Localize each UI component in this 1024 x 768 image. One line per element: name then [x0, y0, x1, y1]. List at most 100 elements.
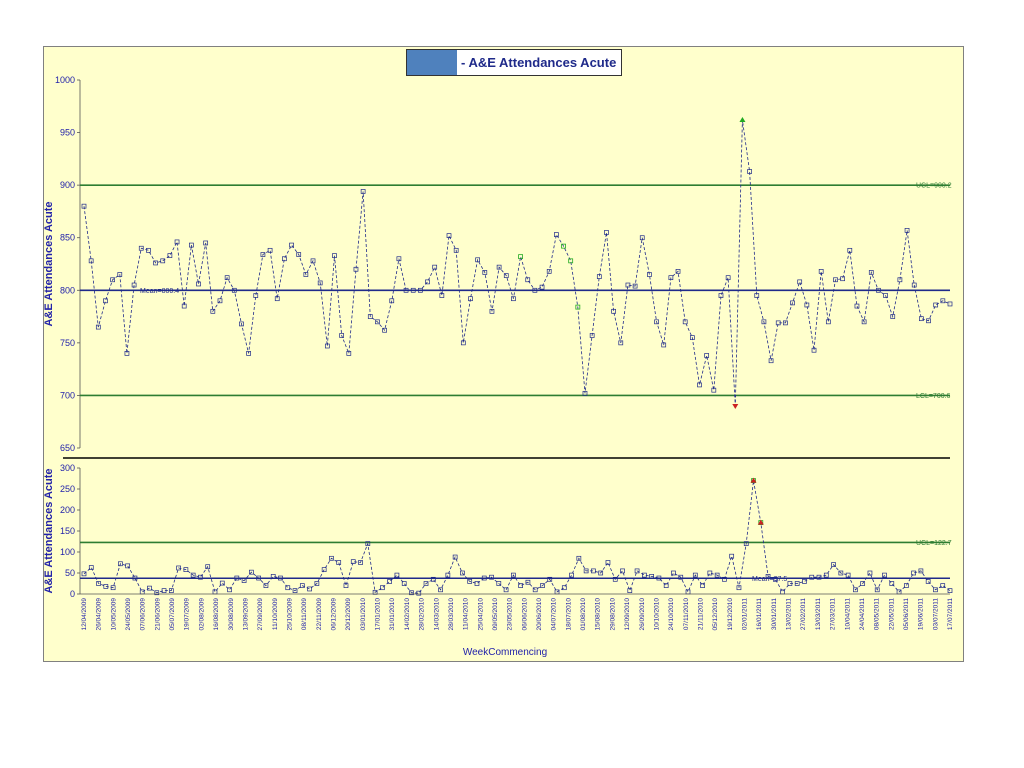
data-point	[525, 277, 531, 283]
x-tick-label: 28/03/2010	[448, 598, 455, 631]
x-tick-label: 30/08/2009	[228, 598, 235, 631]
data-point	[125, 563, 131, 569]
x-tick-label: 27/03/2011	[830, 598, 837, 630]
x-tick-label: 27/09/2009	[257, 598, 264, 631]
x-tick-label: 14/02/2010	[404, 598, 411, 631]
x-tick-label: 10/05/2009	[110, 598, 117, 631]
series-line	[83, 480, 951, 594]
x-tick-label: 07/11/2010	[683, 598, 690, 630]
x-tick-label: 19/06/2011	[918, 598, 925, 630]
x-tick-label: 28/02/2010	[419, 598, 426, 631]
logo-block	[407, 50, 457, 75]
x-tick-label: 27/02/2011	[800, 598, 807, 630]
chart-title-box: - A&E Attendances Acute	[406, 49, 623, 76]
y-axis-label: A&E Attendances Acute	[43, 201, 55, 326]
y-tick-label: 950	[60, 128, 75, 138]
data-point	[539, 284, 545, 290]
x-tick-label: 10/10/2010	[653, 598, 660, 631]
data-point	[854, 303, 860, 309]
x-tick-label: 15/08/2010	[595, 598, 602, 631]
ucl-label: UCL=900.2	[916, 183, 952, 190]
data-point	[725, 275, 731, 281]
data-point	[336, 560, 342, 565]
x-tick-label: 17/01/2010	[375, 598, 382, 631]
y-tick-label: 650	[60, 443, 75, 453]
x-tick-label: 12/09/2010	[624, 598, 631, 631]
y-tick-label: 1000	[55, 75, 75, 85]
x-tick-label: 19/07/2009	[184, 598, 191, 631]
y-tick-label: 300	[60, 463, 75, 473]
x-tick-label: 22/05/2011	[888, 598, 895, 630]
y-tick-label: 750	[60, 338, 75, 348]
data-point	[139, 589, 145, 595]
x-tick-label: 25/04/2010	[477, 598, 484, 631]
x-tick-label: 06/12/2009	[331, 598, 338, 631]
spc-chart: 6507007508008509009501000A&E Attendances…	[43, 75, 954, 658]
x-tick-label: 17/07/2011	[947, 598, 954, 630]
data-point	[671, 570, 676, 576]
x-tick-label: 13/02/2011	[786, 598, 793, 630]
x-tick-label: 13/09/2009	[243, 598, 250, 631]
x-tick-label: 03/01/2010	[360, 598, 367, 631]
x-tick-label: 08/11/2009	[301, 598, 308, 630]
x-tick-label: 20/06/2010	[536, 598, 543, 631]
mean-label: Mean=800.4	[140, 288, 179, 295]
y-tick-label: 50	[65, 568, 75, 578]
y-tick-label: 900	[60, 180, 75, 190]
data-point	[343, 583, 349, 588]
ucl-label: UCL=122.7	[916, 540, 952, 547]
chart-title: - A&E Attendances Acute	[461, 55, 617, 70]
x-tick-label: 04/07/2010	[551, 598, 558, 631]
data-point	[845, 572, 851, 578]
x-tick-label: 24/04/2011	[859, 598, 866, 630]
x-tick-label: 08/05/2011	[874, 598, 881, 630]
x-tick-label: 22/11/2009	[316, 598, 323, 630]
y-tick-label: 100	[60, 547, 75, 557]
y-tick-label: 800	[60, 285, 75, 295]
lcl-label: LCL=700.6	[916, 393, 951, 400]
data-point	[802, 579, 807, 584]
data-point	[882, 572, 887, 578]
x-tick-label: 16/01/2011	[756, 598, 763, 630]
y-tick-label: 250	[60, 484, 75, 494]
x-tick-label: 24/10/2010	[668, 598, 675, 631]
data-point	[919, 316, 924, 322]
data-point-low	[732, 403, 739, 409]
x-tick-label: 23/05/2010	[507, 598, 514, 631]
x-tick-label: 13/03/2011	[815, 598, 822, 630]
panel-1: 650 700 750 800 850 900 950 1000 A&E Attendances…	[43, 75, 953, 453]
data-point	[707, 570, 713, 576]
x-tick-label: 21/11/2010	[698, 598, 705, 630]
x-tick-label: 11/04/2010	[463, 598, 470, 630]
y-tick-label: 0	[70, 589, 75, 599]
panel-2: 0 50 100 150 200 250 300 A&E Attendances Acute U…	[43, 463, 953, 599]
data-point	[685, 589, 691, 595]
data-point-high	[739, 116, 746, 122]
x-tick-label: 18/07/2010	[565, 598, 572, 631]
x-tick-label: 06/06/2010	[521, 598, 528, 631]
x-axis-label: WeekCommencing	[463, 647, 547, 658]
data-point	[445, 572, 451, 578]
x-tick-label: 12/04/2009	[81, 598, 88, 631]
data-point	[797, 279, 803, 285]
x-tick-label: 03/07/2011	[932, 598, 939, 630]
data-point	[561, 585, 567, 591]
y-tick-label: 700	[60, 390, 75, 400]
x-tick-label: 01/08/2010	[580, 598, 587, 631]
series-line	[83, 119, 951, 406]
x-tick-label: 14/03/2010	[433, 598, 440, 631]
x-tick-label: 30/01/2011	[771, 598, 778, 630]
data-point	[569, 572, 574, 578]
data-point	[933, 302, 939, 308]
y-axis-label: A&E Attendances Acute	[43, 468, 55, 593]
x-tick-label: 05/12/2010	[712, 598, 719, 631]
data-point	[642, 572, 647, 578]
x-tick-label: 02/08/2009	[198, 598, 205, 631]
x-tick-label: 11/10/2009	[272, 598, 279, 630]
x-tick-label: 07/06/2009	[140, 598, 147, 631]
x-tick-label: 05/06/2011	[903, 598, 910, 630]
data-point	[146, 247, 151, 253]
x-tick-label: 20/12/2009	[345, 598, 352, 631]
data-point	[627, 588, 633, 593]
x-tick-label: 02/01/2011	[742, 598, 749, 630]
